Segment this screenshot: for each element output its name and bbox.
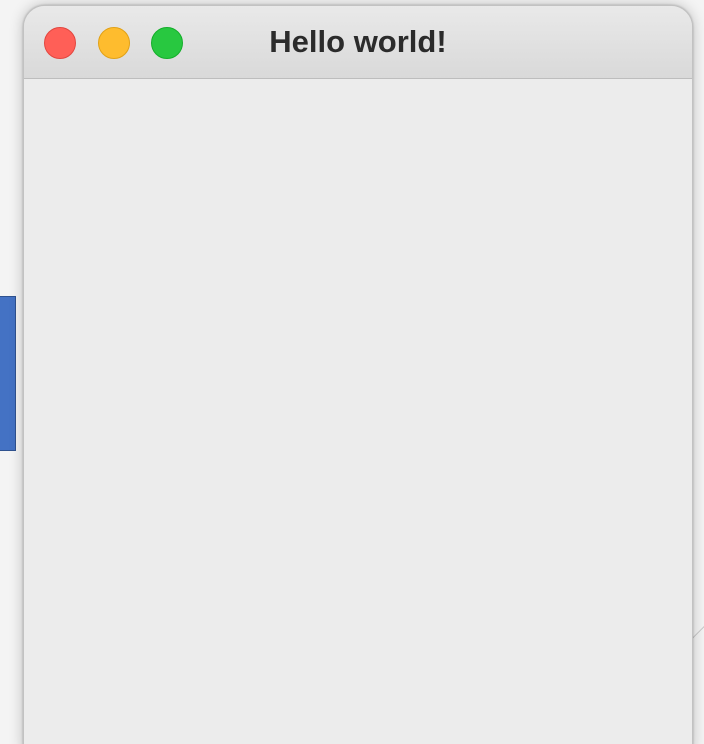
app-window: Hello world! [23, 5, 693, 744]
title-bar[interactable]: Hello world! [24, 6, 692, 79]
window-title: Hello world! [269, 24, 447, 59]
window-content [24, 79, 692, 744]
desktop: Hello world! [0, 0, 704, 744]
background-blue-shape [0, 296, 16, 451]
